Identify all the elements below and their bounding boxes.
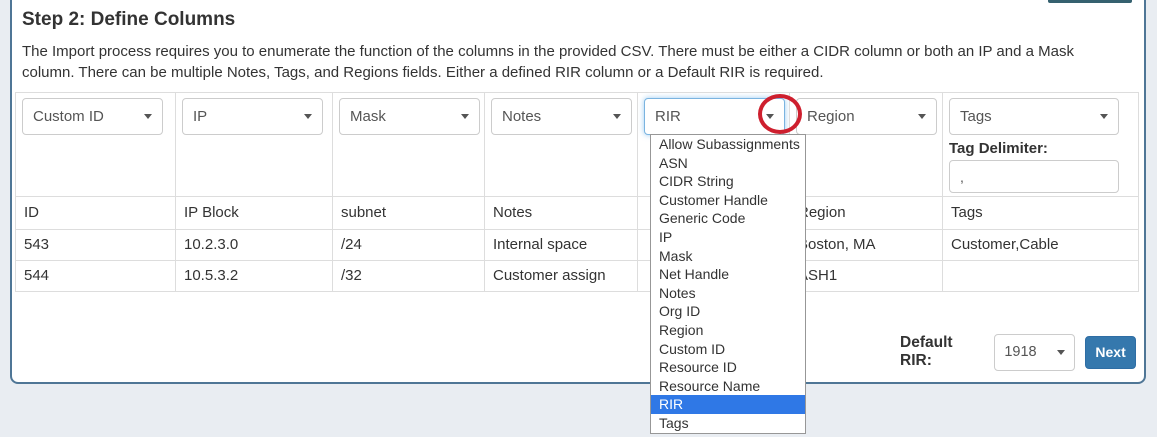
cell-region: Boston, MA bbox=[790, 230, 943, 261]
dropdown-option[interactable]: Resource ID bbox=[651, 358, 805, 377]
column-select-mask[interactable]: Mask bbox=[339, 98, 480, 135]
select-value: Region bbox=[807, 108, 855, 125]
rir-column-dropdown-list: Allow Subassignments ASN CIDR String Cus… bbox=[650, 134, 806, 434]
dropdown-option[interactable]: ASN bbox=[651, 154, 805, 173]
default-rir-label: Default RIR: bbox=[900, 334, 984, 370]
cell-region: ASH1 bbox=[790, 261, 943, 292]
import-wizard-page: Step 2: Define Columns The Import proces… bbox=[0, 0, 1157, 437]
cell-id: 544 bbox=[16, 261, 176, 292]
cell-notes: Customer assign bbox=[485, 261, 638, 292]
dropdown-option[interactable]: Tags bbox=[651, 414, 805, 433]
column-select-custom-id[interactable]: Custom ID bbox=[22, 98, 163, 135]
table-row: 544 10.5.3.2 /32 Customer assign ASH1 bbox=[16, 261, 1139, 292]
select-value: Notes bbox=[502, 108, 541, 125]
tag-delimiter-label: Tag Delimiter: bbox=[949, 140, 1132, 157]
chevron-down-icon bbox=[304, 114, 312, 119]
dropdown-option[interactable]: Allow Subassignments bbox=[651, 135, 805, 154]
step2-description: The Import process requires you to enume… bbox=[22, 41, 1128, 83]
select-value: RIR bbox=[655, 108, 681, 125]
dropdown-option[interactable]: IP bbox=[651, 228, 805, 247]
dropdown-option[interactable]: Resource Name bbox=[651, 377, 805, 396]
col-header-subnet: subnet bbox=[333, 197, 485, 230]
chevron-down-icon bbox=[1100, 114, 1108, 119]
col-header-notes: Notes bbox=[485, 197, 638, 230]
select-value: 1918 bbox=[1004, 344, 1036, 360]
column-select-region[interactable]: Region bbox=[796, 98, 937, 135]
column-select-notes[interactable]: Notes bbox=[491, 98, 632, 135]
clipped-button-remnant bbox=[1048, 0, 1132, 3]
dropdown-option[interactable]: Org ID bbox=[651, 302, 805, 321]
chevron-down-icon bbox=[144, 114, 152, 119]
column-select-tags[interactable]: Tags bbox=[949, 98, 1119, 135]
cell-id: 543 bbox=[16, 230, 176, 261]
dropdown-option[interactable]: Notes bbox=[651, 284, 805, 303]
chevron-down-icon bbox=[918, 114, 926, 119]
col-header-tags: Tags bbox=[943, 197, 1139, 230]
dropdown-option[interactable]: Custom ID bbox=[651, 340, 805, 359]
dropdown-option[interactable]: CIDR String bbox=[651, 172, 805, 191]
cell-ip-block: 10.5.3.2 bbox=[176, 261, 333, 292]
default-rir-select[interactable]: 1918 bbox=[994, 334, 1075, 371]
col-header-ip-block: IP Block bbox=[176, 197, 333, 230]
table-row: 543 10.2.3.0 /24 Internal space Boston, … bbox=[16, 230, 1139, 261]
cell-ip-block: 10.2.3.0 bbox=[176, 230, 333, 261]
tag-delimiter-input[interactable] bbox=[949, 160, 1119, 193]
chevron-down-icon bbox=[1057, 350, 1065, 355]
chevron-down-icon bbox=[613, 114, 621, 119]
cell-tags: Customer,Cable bbox=[943, 230, 1139, 261]
column-selector-row: Custom ID IP Mask Notes bbox=[16, 93, 1139, 197]
select-value: Tags bbox=[960, 108, 992, 125]
red-circle-annotation bbox=[758, 94, 802, 134]
col-header-id: ID bbox=[16, 197, 176, 230]
col-header-region: Region bbox=[790, 197, 943, 230]
chevron-down-icon bbox=[461, 114, 469, 119]
next-button[interactable]: Next bbox=[1085, 336, 1136, 369]
dropdown-option[interactable]: Net Handle bbox=[651, 265, 805, 284]
dropdown-option-selected[interactable]: RIR bbox=[651, 395, 805, 414]
csv-header-row: ID IP Block subnet Notes Region Tags bbox=[16, 197, 1139, 230]
cell-tags bbox=[943, 261, 1139, 292]
page-title: Step 2: Define Columns bbox=[22, 9, 235, 31]
dropdown-option[interactable]: Region bbox=[651, 321, 805, 340]
column-select-ip[interactable]: IP bbox=[182, 98, 323, 135]
dropdown-option[interactable]: Customer Handle bbox=[651, 191, 805, 210]
dropdown-option[interactable]: Generic Code bbox=[651, 209, 805, 228]
select-value: IP bbox=[193, 108, 207, 125]
cell-subnet: /24 bbox=[333, 230, 485, 261]
cell-subnet: /32 bbox=[333, 261, 485, 292]
column-mapping-table: Custom ID IP Mask Notes bbox=[15, 92, 1139, 292]
select-value: Custom ID bbox=[33, 108, 104, 125]
dropdown-option[interactable]: Mask bbox=[651, 247, 805, 266]
select-value: Mask bbox=[350, 108, 386, 125]
footer-controls: Default RIR: 1918 Next bbox=[900, 332, 1136, 372]
cell-notes: Internal space bbox=[485, 230, 638, 261]
